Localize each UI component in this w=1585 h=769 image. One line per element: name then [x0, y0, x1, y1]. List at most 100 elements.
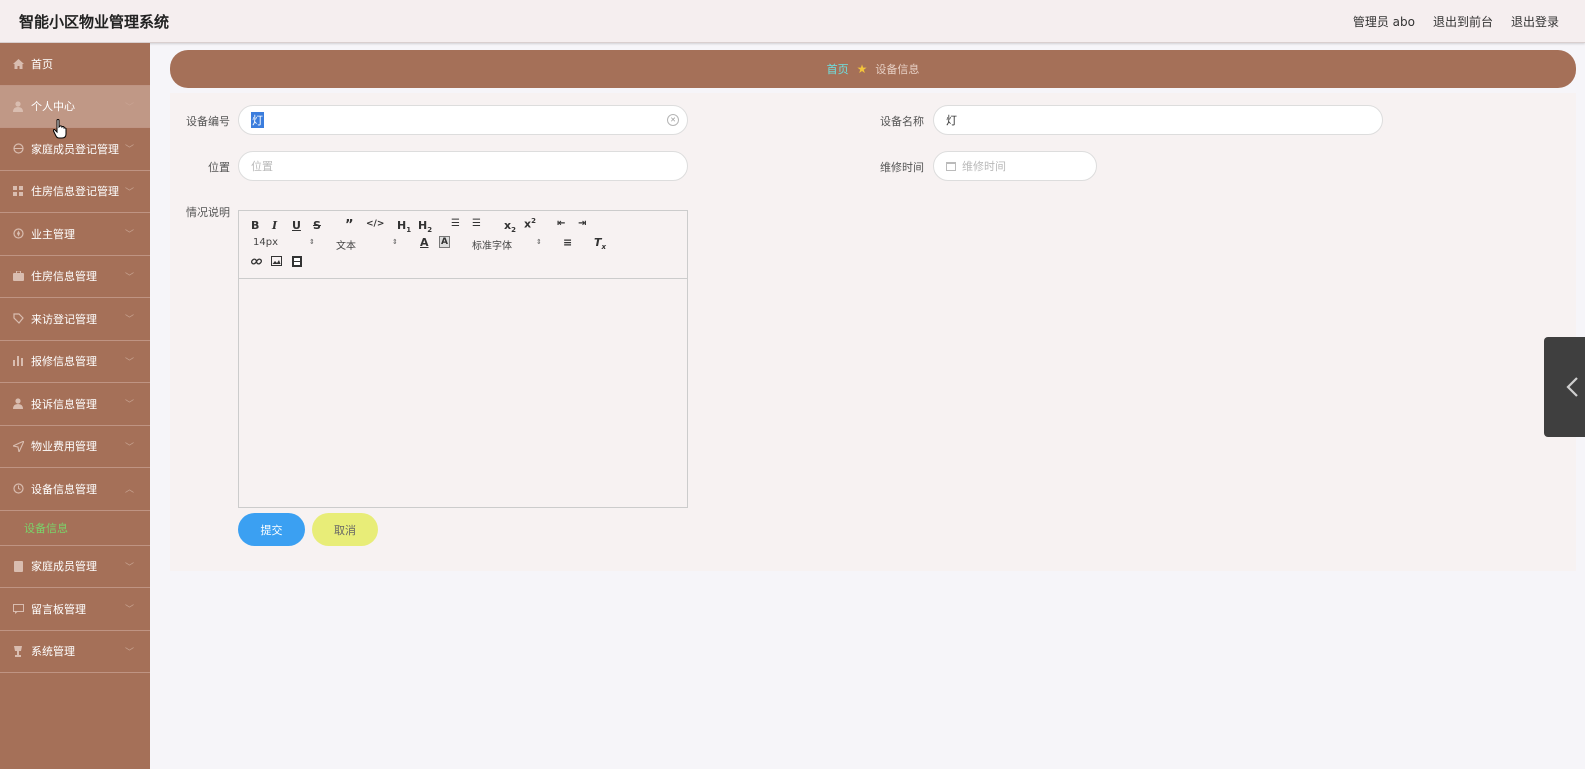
globe-icon — [12, 143, 24, 155]
location-placeholder: 位置 — [251, 160, 273, 173]
chevron-down-icon: ﹀ — [124, 272, 134, 283]
clock-icon — [12, 483, 24, 495]
bold-icon[interactable]: B — [251, 219, 259, 232]
chevron-down-icon: ﹀ — [124, 605, 134, 615]
ordered-list-icon[interactable]: ☰ — [451, 218, 460, 229]
sidebar-item-label: 系统管理 — [31, 645, 75, 659]
underline-icon[interactable]: U — [292, 219, 301, 232]
heading2-icon[interactable]: H2 — [418, 219, 432, 234]
superscript-icon[interactable]: x2 — [524, 217, 536, 231]
sidebar-subitem-device-info[interactable]: 设备信息 — [0, 511, 150, 546]
outdent-icon[interactable]: ⇤ — [557, 218, 565, 229]
header-actions: 管理员 abo 退出到前台 退出登录 — [1353, 13, 1559, 30]
sidebar-item-label: 个人中心 — [31, 100, 75, 114]
bar-chart-icon — [12, 355, 24, 367]
chevron-down-icon: ﹀ — [124, 315, 134, 325]
font-size-select[interactable]: 14px ⇕ — [253, 237, 315, 248]
chevron-left-icon — [1566, 377, 1578, 397]
font-family-select[interactable]: 标准字体 ⇕ — [472, 237, 544, 252]
blockquote-icon[interactable]: ” — [345, 218, 354, 233]
side-panel-toggle[interactable] — [1544, 337, 1585, 437]
clear-icon[interactable]: ✕ — [667, 114, 679, 126]
link-icon[interactable] — [250, 256, 263, 270]
chevron-down-icon: ﹀ — [124, 400, 134, 410]
breadcrumb-current: 设备信息 — [875, 63, 920, 76]
sidebar-item-family-member[interactable]: 家庭成员管理 ﹀ — [0, 546, 150, 588]
exit-to-front-link[interactable]: 退出到前台 — [1433, 13, 1493, 30]
device-no-input[interactable]: 灯 ✕ — [238, 105, 688, 135]
sidebar-item-label: 业主管理 — [31, 227, 75, 241]
sidebar-item-property-fee[interactable]: 物业费用管理 ﹀ — [0, 426, 150, 468]
sidebar-item-complaint[interactable]: 投诉信息管理 ﹀ — [0, 383, 150, 426]
select-arrow-icon: ⇕ — [392, 238, 398, 246]
device-name-input[interactable]: 灯 — [933, 105, 1383, 135]
repair-time-placeholder: 维修时间 — [962, 160, 1006, 173]
mouse-cursor-icon — [53, 119, 67, 139]
indent-icon[interactable]: ⇥ — [578, 218, 586, 229]
chevron-down-icon: ﹀ — [124, 442, 134, 453]
clear-format-icon[interactable]: Tx — [594, 236, 606, 251]
image-icon[interactable] — [271, 256, 282, 269]
sidebar-item-device[interactable]: 设备信息管理 ︿ — [0, 468, 150, 511]
breadcrumb-home[interactable]: 首页 — [827, 61, 849, 77]
chevron-down-icon: ﹀ — [124, 562, 134, 573]
bullet-list-icon[interactable]: ☰ — [472, 218, 481, 229]
cancel-button[interactable]: 取消 — [312, 513, 378, 546]
rich-text-editor: B I U S ” </> H1 H2 ☰ ☰ x2 x2 ⇤ ⇥ 14px ⇕… — [238, 210, 688, 508]
chevron-down-icon: ﹀ — [124, 145, 134, 155]
chevron-down-icon: ﹀ — [124, 102, 134, 113]
sidebar-item-owner[interactable]: 业主管理 ﹀ — [0, 213, 150, 256]
trophy-icon — [12, 645, 24, 657]
sidebar-item-label: 首页 — [31, 57, 53, 71]
sidebar-item-label: 物业费用管理 — [31, 440, 97, 454]
background-color-icon[interactable]: A — [439, 236, 450, 248]
sidebar-item-message-board[interactable]: 留言板管理 ﹀ — [0, 588, 150, 631]
chevron-up-icon: ︿ — [124, 485, 134, 495]
person-icon — [12, 398, 24, 410]
device-name-label: 设备名称 — [880, 115, 924, 128]
subscript-icon[interactable]: x2 — [504, 219, 516, 234]
italic-icon[interactable]: I — [272, 219, 277, 232]
video-icon[interactable] — [292, 256, 302, 270]
sidebar-item-housing[interactable]: 住房信息管理 ﹀ — [0, 256, 150, 298]
block-type-select[interactable]: 文本 ⇕ — [336, 237, 398, 252]
strikethrough-icon[interactable]: S — [313, 219, 321, 232]
star-icon: ★ — [856, 62, 868, 76]
sidebar-item-housing-registration[interactable]: 住房信息登记管理 ﹀ — [0, 171, 150, 213]
device-name-value: 灯 — [946, 114, 957, 127]
code-icon[interactable]: </> — [366, 219, 384, 229]
sidebar-item-label: 设备信息管理 — [31, 482, 97, 496]
sidebar-item-family-registration[interactable]: 家庭成员登记管理 ﹀ — [0, 128, 150, 171]
block-type-value: 文本 — [336, 241, 356, 252]
align-icon[interactable]: ≡ — [563, 236, 572, 249]
submit-button[interactable]: 提交 — [238, 513, 305, 546]
device-no-label: 设备编号 — [186, 115, 230, 128]
editor-toolbar: B I U S ” </> H1 H2 ☰ ☰ x2 x2 ⇤ ⇥ 14px ⇕… — [239, 211, 687, 279]
sidebar-item-label: 住房信息登记管理 — [31, 185, 119, 199]
sidebar-item-system[interactable]: 系统管理 ﹀ — [0, 631, 150, 673]
sidebar-item-label: 家庭成员管理 — [31, 560, 97, 574]
sidebar-item-visitor[interactable]: 来访登记管理 ﹀ — [0, 298, 150, 341]
heading1-icon[interactable]: H1 — [397, 219, 411, 234]
location-input[interactable]: 位置 — [238, 151, 688, 181]
select-arrow-icon: ⇕ — [309, 238, 315, 246]
font-family-value: 标准字体 — [472, 241, 512, 252]
editor-content-area[interactable] — [239, 279, 687, 507]
top-header: 智能小区物业管理系统 管理员 abo 退出到前台 退出登录 — [0, 0, 1585, 43]
user-icon — [12, 100, 24, 112]
font-color-icon[interactable]: A — [420, 236, 429, 249]
sidebar-item-label: 住房信息管理 — [31, 270, 97, 284]
briefcase-icon — [12, 270, 24, 282]
sidebar-item-home[interactable]: 首页 — [0, 43, 150, 86]
breadcrumb: 首页 ★ 设备信息 — [170, 50, 1576, 88]
repair-time-label: 维修时间 — [880, 161, 924, 174]
send-icon — [12, 440, 24, 452]
location-label: 位置 — [208, 161, 230, 174]
select-arrow-icon: ⇕ — [536, 238, 542, 246]
sidebar-item-profile[interactable]: 个人中心 ﹀ — [0, 85, 150, 128]
sidebar-item-repair[interactable]: 报修信息管理 ﹀ — [0, 341, 150, 383]
logout-link[interactable]: 退出登录 — [1511, 13, 1559, 30]
grid-icon — [12, 185, 24, 197]
chevron-down-icon: ﹀ — [124, 357, 134, 368]
repair-time-input[interactable]: 维修时间 — [933, 151, 1097, 181]
